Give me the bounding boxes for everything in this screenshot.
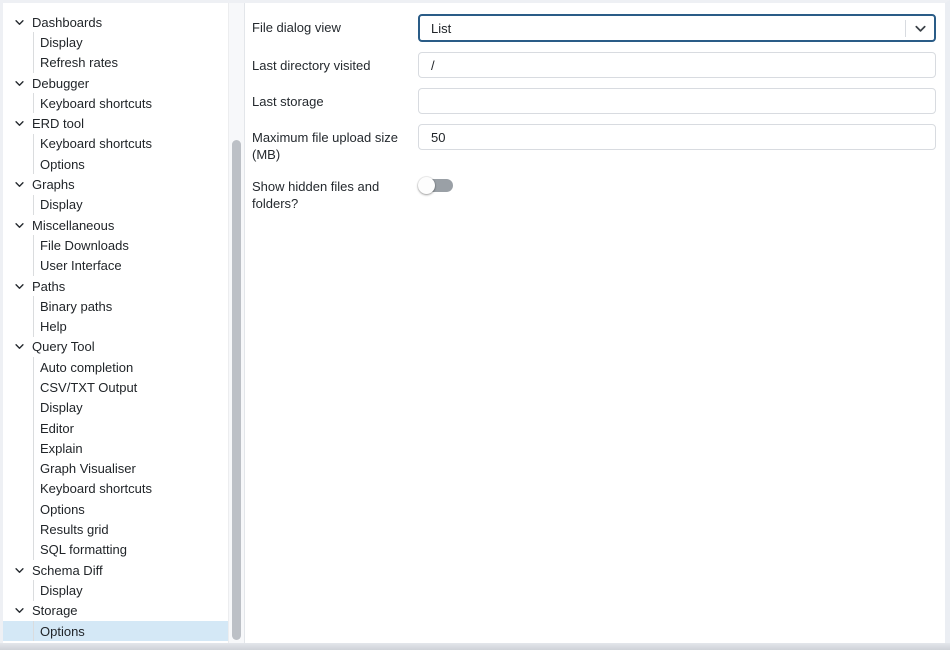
tree-leaf-display[interactable]: Display: [3, 32, 228, 52]
last-storage-input[interactable]: [418, 88, 936, 114]
tree-group-storage[interactable]: Storage: [3, 601, 228, 621]
tree-leaf-label: Refresh rates: [40, 55, 118, 70]
tree-leaf-results-grid[interactable]: Results grid: [3, 519, 228, 539]
maximum-file-upload-size-input[interactable]: [418, 124, 936, 150]
tree-leaf-refresh-rates[interactable]: Refresh rates: [3, 53, 228, 73]
show-hidden-files-and-folders-toggle[interactable]: [418, 176, 453, 194]
tree-leaf-label: Editor: [40, 421, 74, 436]
tree-leaf-label: Display: [40, 197, 83, 212]
tree-leaf-user-interface[interactable]: User Interface: [3, 256, 228, 276]
tree-leaf-file-downloads[interactable]: File Downloads: [3, 235, 228, 255]
tree-leaf-label: Results grid: [40, 522, 109, 537]
field-label: Last directory visited: [252, 52, 418, 74]
tree-group-query-tool[interactable]: Query Tool: [3, 337, 228, 357]
tree-leaf-label: Display: [40, 35, 83, 50]
tree-leaf-label: Explain: [40, 441, 83, 456]
field-label: Maximum file upload size (MB): [252, 124, 418, 163]
tree-leaf-options[interactable]: Options: [3, 499, 228, 519]
chevron-down-icon[interactable]: [14, 118, 25, 129]
tree-leaf-keyboard-shortcuts[interactable]: Keyboard shortcuts: [3, 134, 228, 154]
tree-group-label: Miscellaneous: [32, 218, 114, 233]
tree-group-schema-diff[interactable]: Schema Diff: [3, 560, 228, 580]
tree-group-label: Debugger: [32, 76, 89, 91]
tree-leaf-csv-txt-output[interactable]: CSV/TXT Output: [3, 377, 228, 397]
tree-leaf-graph-visualiser[interactable]: Graph Visualiser: [3, 459, 228, 479]
tree-leaf-sql-formatting[interactable]: SQL formatting: [3, 540, 228, 560]
file-dialog-view-select[interactable]: List: [418, 14, 936, 42]
field-label: Last storage: [252, 88, 418, 110]
chevron-down-icon: [913, 21, 928, 36]
preferences-form: File dialog view List Last directory vis…: [245, 3, 945, 643]
form-rows: File dialog view List Last directory vis…: [252, 14, 936, 212]
form-row: Last directory visited: [252, 52, 936, 78]
tree-leaf-label: Display: [40, 400, 83, 415]
tree-group-paths[interactable]: Paths: [3, 276, 228, 296]
chevron-down-icon[interactable]: [14, 565, 25, 576]
preferences-tree-list: Dashboards Display Refresh rates Debugge…: [3, 3, 245, 641]
tree-leaf-label: Binary paths: [40, 299, 112, 314]
preferences-sidebar: Dashboards Display Refresh rates Debugge…: [3, 3, 245, 643]
tree-group-erd-tool[interactable]: ERD tool: [3, 113, 228, 133]
tree-group-miscellaneous[interactable]: Miscellaneous: [3, 215, 228, 235]
tree-leaf-label: Keyboard shortcuts: [40, 481, 152, 496]
preferences-panel: Dashboards Display Refresh rates Debugge…: [0, 0, 950, 650]
chevron-down-icon[interactable]: [14, 281, 25, 292]
tree-group-label: Query Tool: [32, 339, 95, 354]
tree-group-label: Dashboards: [32, 15, 102, 30]
toggle-thumb: [418, 177, 435, 194]
tree-leaf-label: Auto completion: [40, 360, 133, 375]
tree-leaf-display[interactable]: Display: [3, 195, 228, 215]
tree-leaf-label: Keyboard shortcuts: [40, 96, 152, 111]
tree-leaf-label: Options: [40, 624, 85, 639]
tree-leaf-editor[interactable]: Editor: [3, 418, 228, 438]
chevron-down-icon[interactable]: [14, 179, 25, 190]
form-row: Last storage: [252, 88, 936, 114]
tree-leaf-label: Options: [40, 502, 85, 517]
tree-leaf-label: SQL formatting: [40, 542, 127, 557]
tree-leaf-label: Display: [40, 583, 83, 598]
tree-group-graphs[interactable]: Graphs: [3, 174, 228, 194]
field-label: Show hidden files and folders?: [252, 173, 418, 212]
tree-leaf-display[interactable]: Display: [3, 580, 228, 600]
form-row: File dialog view List: [252, 14, 936, 42]
tree-group-label: ERD tool: [32, 116, 84, 131]
form-row: Maximum file upload size (MB): [252, 124, 936, 163]
form-row: Show hidden files and folders?: [252, 173, 936, 212]
tree-leaf-options[interactable]: Options: [3, 621, 228, 641]
tree-group-label: Schema Diff: [32, 563, 103, 578]
chevron-down-icon[interactable]: [14, 341, 25, 352]
select-separator: [905, 20, 906, 37]
tree-group-label: Paths: [32, 279, 65, 294]
last-directory-visited-input[interactable]: [418, 52, 936, 78]
tree-leaf-label: Help: [40, 319, 67, 334]
tree-group-dashboards[interactable]: Dashboards: [3, 12, 228, 32]
tree-leaf-auto-completion[interactable]: Auto completion: [3, 357, 228, 377]
tree-leaf-options[interactable]: Options: [3, 154, 228, 174]
chevron-down-icon[interactable]: [14, 220, 25, 231]
tree-group-label: Graphs: [32, 177, 75, 192]
scrollbar-thumb[interactable]: [232, 140, 241, 640]
select-value: List: [431, 21, 905, 36]
tree-leaf-label: Keyboard shortcuts: [40, 136, 152, 151]
sidebar-scrollbar[interactable]: [228, 3, 245, 643]
tree-leaf-label: Options: [40, 157, 85, 172]
field-label: File dialog view: [252, 14, 418, 36]
tree-leaf-label: File Downloads: [40, 238, 129, 253]
chevron-down-icon[interactable]: [14, 605, 25, 616]
tree-leaf-display[interactable]: Display: [3, 398, 228, 418]
chevron-down-icon[interactable]: [14, 17, 25, 28]
tree-leaf-keyboard-shortcuts[interactable]: Keyboard shortcuts: [3, 479, 228, 499]
tree-leaf-label: Graph Visualiser: [40, 461, 136, 476]
tree-group-label: Storage: [32, 603, 78, 618]
chevron-down-icon[interactable]: [14, 78, 25, 89]
tree-group-debugger[interactable]: Debugger: [3, 73, 228, 93]
tree-leaf-help[interactable]: Help: [3, 316, 228, 336]
tree-leaf-label: User Interface: [40, 258, 122, 273]
tree-leaf-keyboard-shortcuts[interactable]: Keyboard shortcuts: [3, 93, 228, 113]
window-bottom-edge: [0, 643, 950, 650]
preferences-main: Dashboards Display Refresh rates Debugge…: [0, 0, 950, 643]
tree-leaf-binary-paths[interactable]: Binary paths: [3, 296, 228, 316]
tree-leaf-label: CSV/TXT Output: [40, 380, 137, 395]
tree-leaf-explain[interactable]: Explain: [3, 438, 228, 458]
